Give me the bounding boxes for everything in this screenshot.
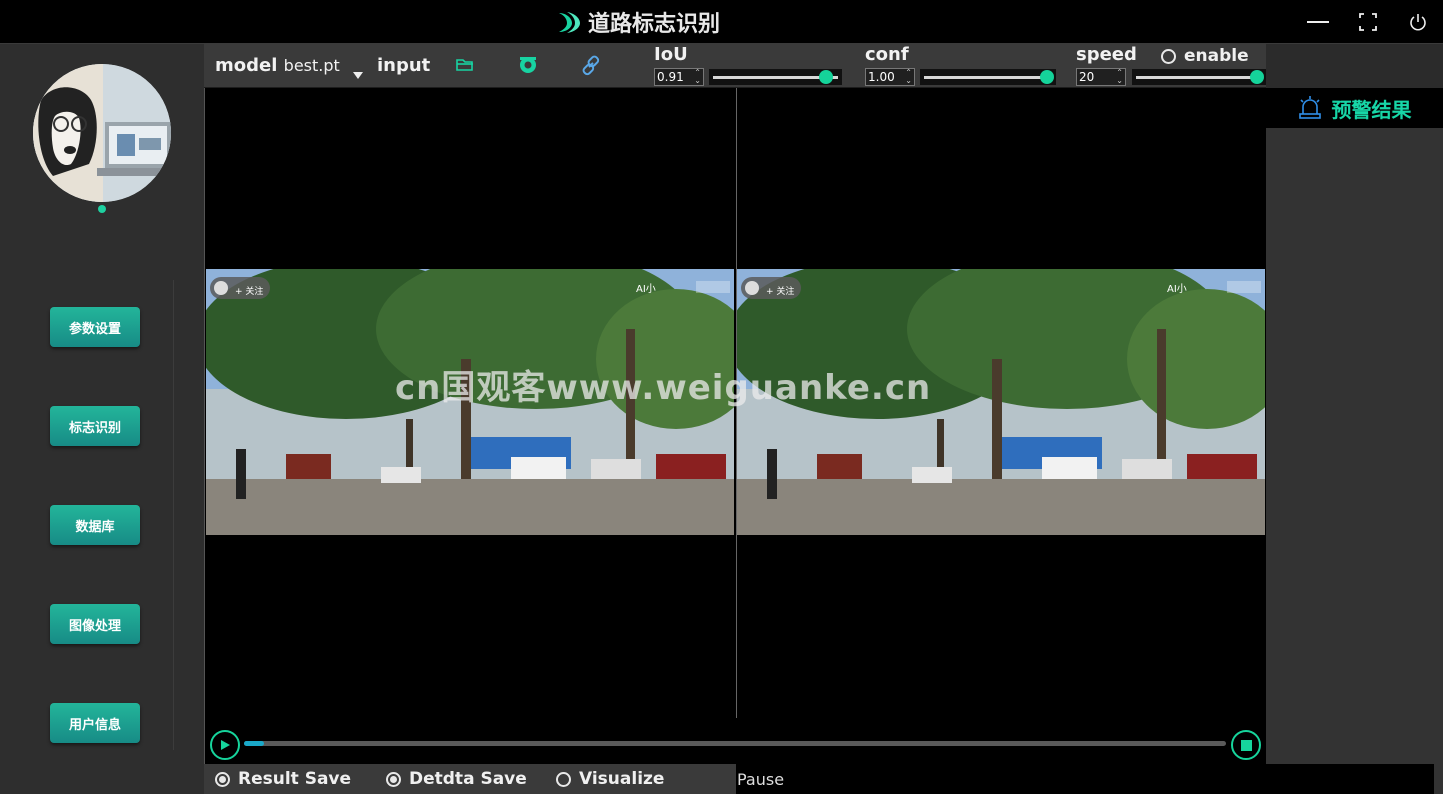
alarm-icon bbox=[1298, 96, 1321, 119]
title-bar: 道路标志识别 bbox=[0, 0, 1443, 44]
model-value: best.pt bbox=[283, 56, 340, 75]
conf-slider-handle[interactable] bbox=[1040, 70, 1054, 84]
stop-icon bbox=[1240, 739, 1252, 751]
visualize-label: Visualize bbox=[579, 769, 665, 789]
app-title: 道路标志识别 bbox=[556, 6, 720, 38]
iou-value: 0.91 bbox=[657, 70, 684, 84]
play-icon bbox=[221, 740, 230, 750]
folder-icon[interactable] bbox=[456, 57, 474, 77]
spin-arrows-icon: ⌃ ⌄ bbox=[905, 68, 912, 85]
model-selector[interactable]: model best.pt bbox=[215, 55, 340, 76]
spin-arrows-icon: ⌃ ⌄ bbox=[694, 68, 701, 85]
maximize-icon[interactable] bbox=[1354, 8, 1382, 36]
visualize-radio-circle bbox=[556, 771, 571, 787]
result-save-label: Result Save bbox=[238, 769, 352, 789]
iou-slider-handle[interactable] bbox=[819, 70, 833, 84]
enable-radio-circle bbox=[1161, 48, 1176, 64]
speed-slider[interactable] bbox=[1132, 69, 1266, 85]
model-label: model bbox=[215, 55, 278, 76]
conf-value: 1.00 bbox=[868, 70, 895, 84]
nav-button-image-processing[interactable]: 图像处理 bbox=[50, 604, 140, 644]
warning-results-header: 预警结果 bbox=[1266, 88, 1443, 128]
detdta-save-radio-circle bbox=[386, 771, 401, 787]
source-overlay-left: AI小 bbox=[636, 284, 656, 295]
conf-spinbox[interactable]: 1.00 ⌃ ⌄ bbox=[865, 68, 915, 86]
iou-slider[interactable] bbox=[709, 69, 842, 85]
warning-results-title: 预警结果 bbox=[1331, 97, 1412, 122]
nav-button-sign-recognition[interactable]: 标志识别 bbox=[50, 406, 140, 446]
watermark: cn国观客www.weiguanke.cn bbox=[395, 368, 932, 408]
source-overlay-right: AI小 bbox=[1167, 284, 1187, 295]
conf-label: conf bbox=[865, 44, 909, 65]
link-icon[interactable] bbox=[580, 54, 602, 80]
iou-spinbox[interactable]: 0.91 ⌃ ⌄ bbox=[654, 68, 704, 86]
input-label: input bbox=[377, 55, 431, 76]
nav-button-database[interactable]: 数据库 bbox=[50, 505, 140, 545]
detdta-save-radio[interactable]: Detdta Save bbox=[386, 769, 527, 789]
minimize-icon[interactable] bbox=[1304, 8, 1332, 36]
speed-label: speed bbox=[1076, 44, 1137, 65]
result-save-radio-circle bbox=[215, 771, 230, 787]
video-area: + 关注 + 关注 AI小 AI小 cn国观客www.weiguanke.cn bbox=[204, 88, 1266, 764]
sidebar-divider bbox=[173, 280, 174, 750]
speed-spinbox[interactable]: 20 ⌃ ⌄ bbox=[1076, 68, 1126, 86]
model-dropdown-chevron-icon[interactable] bbox=[353, 64, 363, 83]
follow-overlay-left: + 关注 bbox=[235, 287, 264, 297]
enable-label: enable bbox=[1184, 46, 1249, 66]
follow-overlay-right: + 关注 bbox=[766, 287, 795, 297]
playback-progress-fill bbox=[244, 741, 264, 746]
app-title-text: 道路标志识别 bbox=[588, 12, 721, 37]
speed-value: 20 bbox=[1079, 70, 1095, 84]
spin-arrows-icon: ⌃ ⌄ bbox=[1116, 68, 1123, 85]
conf-slider[interactable] bbox=[920, 69, 1056, 85]
visualize-radio[interactable]: Visualize bbox=[556, 769, 664, 789]
camera-icon[interactable] bbox=[517, 54, 539, 80]
enable-radio[interactable]: enable bbox=[1161, 46, 1249, 66]
nav-button-user-info[interactable]: 用户信息 bbox=[50, 703, 140, 743]
iou-label: IoU bbox=[654, 44, 688, 65]
online-status-dot bbox=[98, 205, 106, 213]
result-save-radio[interactable]: Result Save bbox=[215, 769, 351, 789]
warning-results-panel: 预警结果 bbox=[1266, 88, 1443, 794]
play-button[interactable] bbox=[210, 730, 240, 760]
bottom-options-bar: Result Save Detdta Save Visualize bbox=[204, 764, 736, 794]
nav-button-params[interactable]: 参数设置 bbox=[50, 307, 140, 347]
speed-slider-handle[interactable] bbox=[1250, 70, 1264, 84]
stop-button[interactable] bbox=[1231, 730, 1261, 760]
avatar[interactable] bbox=[33, 64, 171, 202]
app-logo-icon bbox=[559, 12, 580, 33]
toolbar: model best.pt input IoU 0.91 ⌃ ⌄ conf 1.0… bbox=[204, 44, 1266, 88]
power-icon[interactable] bbox=[1404, 8, 1432, 36]
status-text: Pause bbox=[736, 764, 1434, 794]
detdta-save-label: Detdta Save bbox=[409, 769, 527, 789]
playback-progress-bar[interactable] bbox=[244, 741, 1226, 746]
